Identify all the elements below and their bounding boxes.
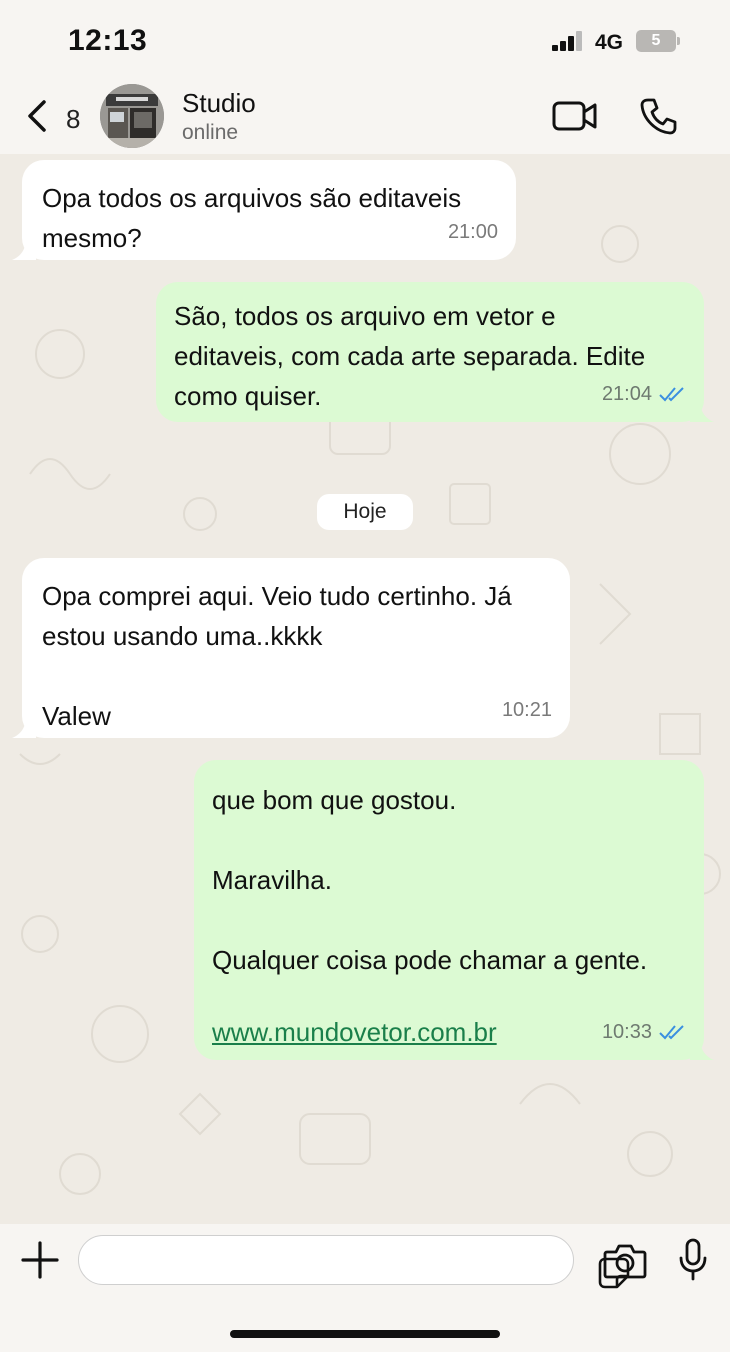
message-outgoing[interactable]: que bom que gostou. Maravilha. Qualquer …: [194, 760, 714, 1060]
bubble-tail: [690, 1038, 714, 1060]
home-indicator: [230, 1330, 500, 1338]
chat-header: 8 Studio online: [0, 78, 730, 154]
message-incoming[interactable]: Opa comprei aqui. Veio tudo certinho. Já…: [12, 558, 570, 738]
input-bar: [0, 1224, 730, 1352]
camera-icon: [603, 1244, 647, 1279]
camera-button[interactable]: [603, 1242, 647, 1280]
bubble-tail: [12, 238, 36, 260]
voice-call-button[interactable]: [638, 96, 678, 136]
plus-icon: [21, 1241, 59, 1279]
message-text: Opa comprei aqui. Veio tudo certinho. Já…: [42, 581, 512, 731]
message-time: 10:33: [601, 1021, 652, 1043]
message-time: 10:21: [501, 699, 552, 721]
signal-icon: [552, 31, 584, 51]
unread-count[interactable]: 8: [66, 104, 80, 135]
message-time: 21:00: [447, 221, 498, 243]
message-input-field[interactable]: [78, 1235, 630, 1289]
microphone-icon: [679, 1238, 707, 1281]
back-button[interactable]: [24, 98, 54, 134]
attach-button[interactable]: [20, 1240, 60, 1280]
bubble-tail: [690, 400, 714, 422]
chat-area[interactable]: Opa todos os arquivos são editaveis mesm…: [0, 154, 730, 1224]
message-outgoing[interactable]: São, todos os arquivo em vetor e editave…: [156, 282, 714, 422]
bubble-tail: [12, 716, 36, 738]
message-input[interactable]: [97, 1244, 517, 1276]
date-divider: Hoje: [317, 494, 413, 530]
battery-level: 5: [651, 32, 661, 49]
contact-status: online: [182, 121, 239, 144]
message-text: Opa todos os arquivos são editaveis mesm…: [42, 183, 462, 253]
message-time: 21:04: [601, 383, 652, 405]
message-text: que bom que gostou. Maravilha. Qualquer …: [212, 785, 648, 975]
contact-name[interactable]: Studio: [182, 88, 256, 119]
avatar[interactable]: [100, 84, 164, 148]
message-link[interactable]: www.mundovetor.com.br: [212, 1012, 497, 1052]
double-check-icon: [659, 387, 684, 402]
video-call-icon: [552, 101, 597, 131]
network-type: 4G: [595, 31, 624, 54]
status-time: 12:13: [68, 24, 148, 57]
double-check-icon: [659, 1025, 684, 1040]
message-text: São, todos os arquivo em vetor e editave…: [174, 301, 646, 411]
back-chevron-icon: [28, 100, 46, 132]
microphone-button[interactable]: [678, 1238, 708, 1282]
battery-icon: 5: [636, 30, 680, 52]
phone-icon: [640, 98, 677, 135]
video-call-button[interactable]: [551, 98, 599, 134]
message-incoming[interactable]: Opa todos os arquivos são editaveis mesm…: [12, 160, 516, 260]
status-bar: 12:13 4G 5: [0, 0, 730, 78]
